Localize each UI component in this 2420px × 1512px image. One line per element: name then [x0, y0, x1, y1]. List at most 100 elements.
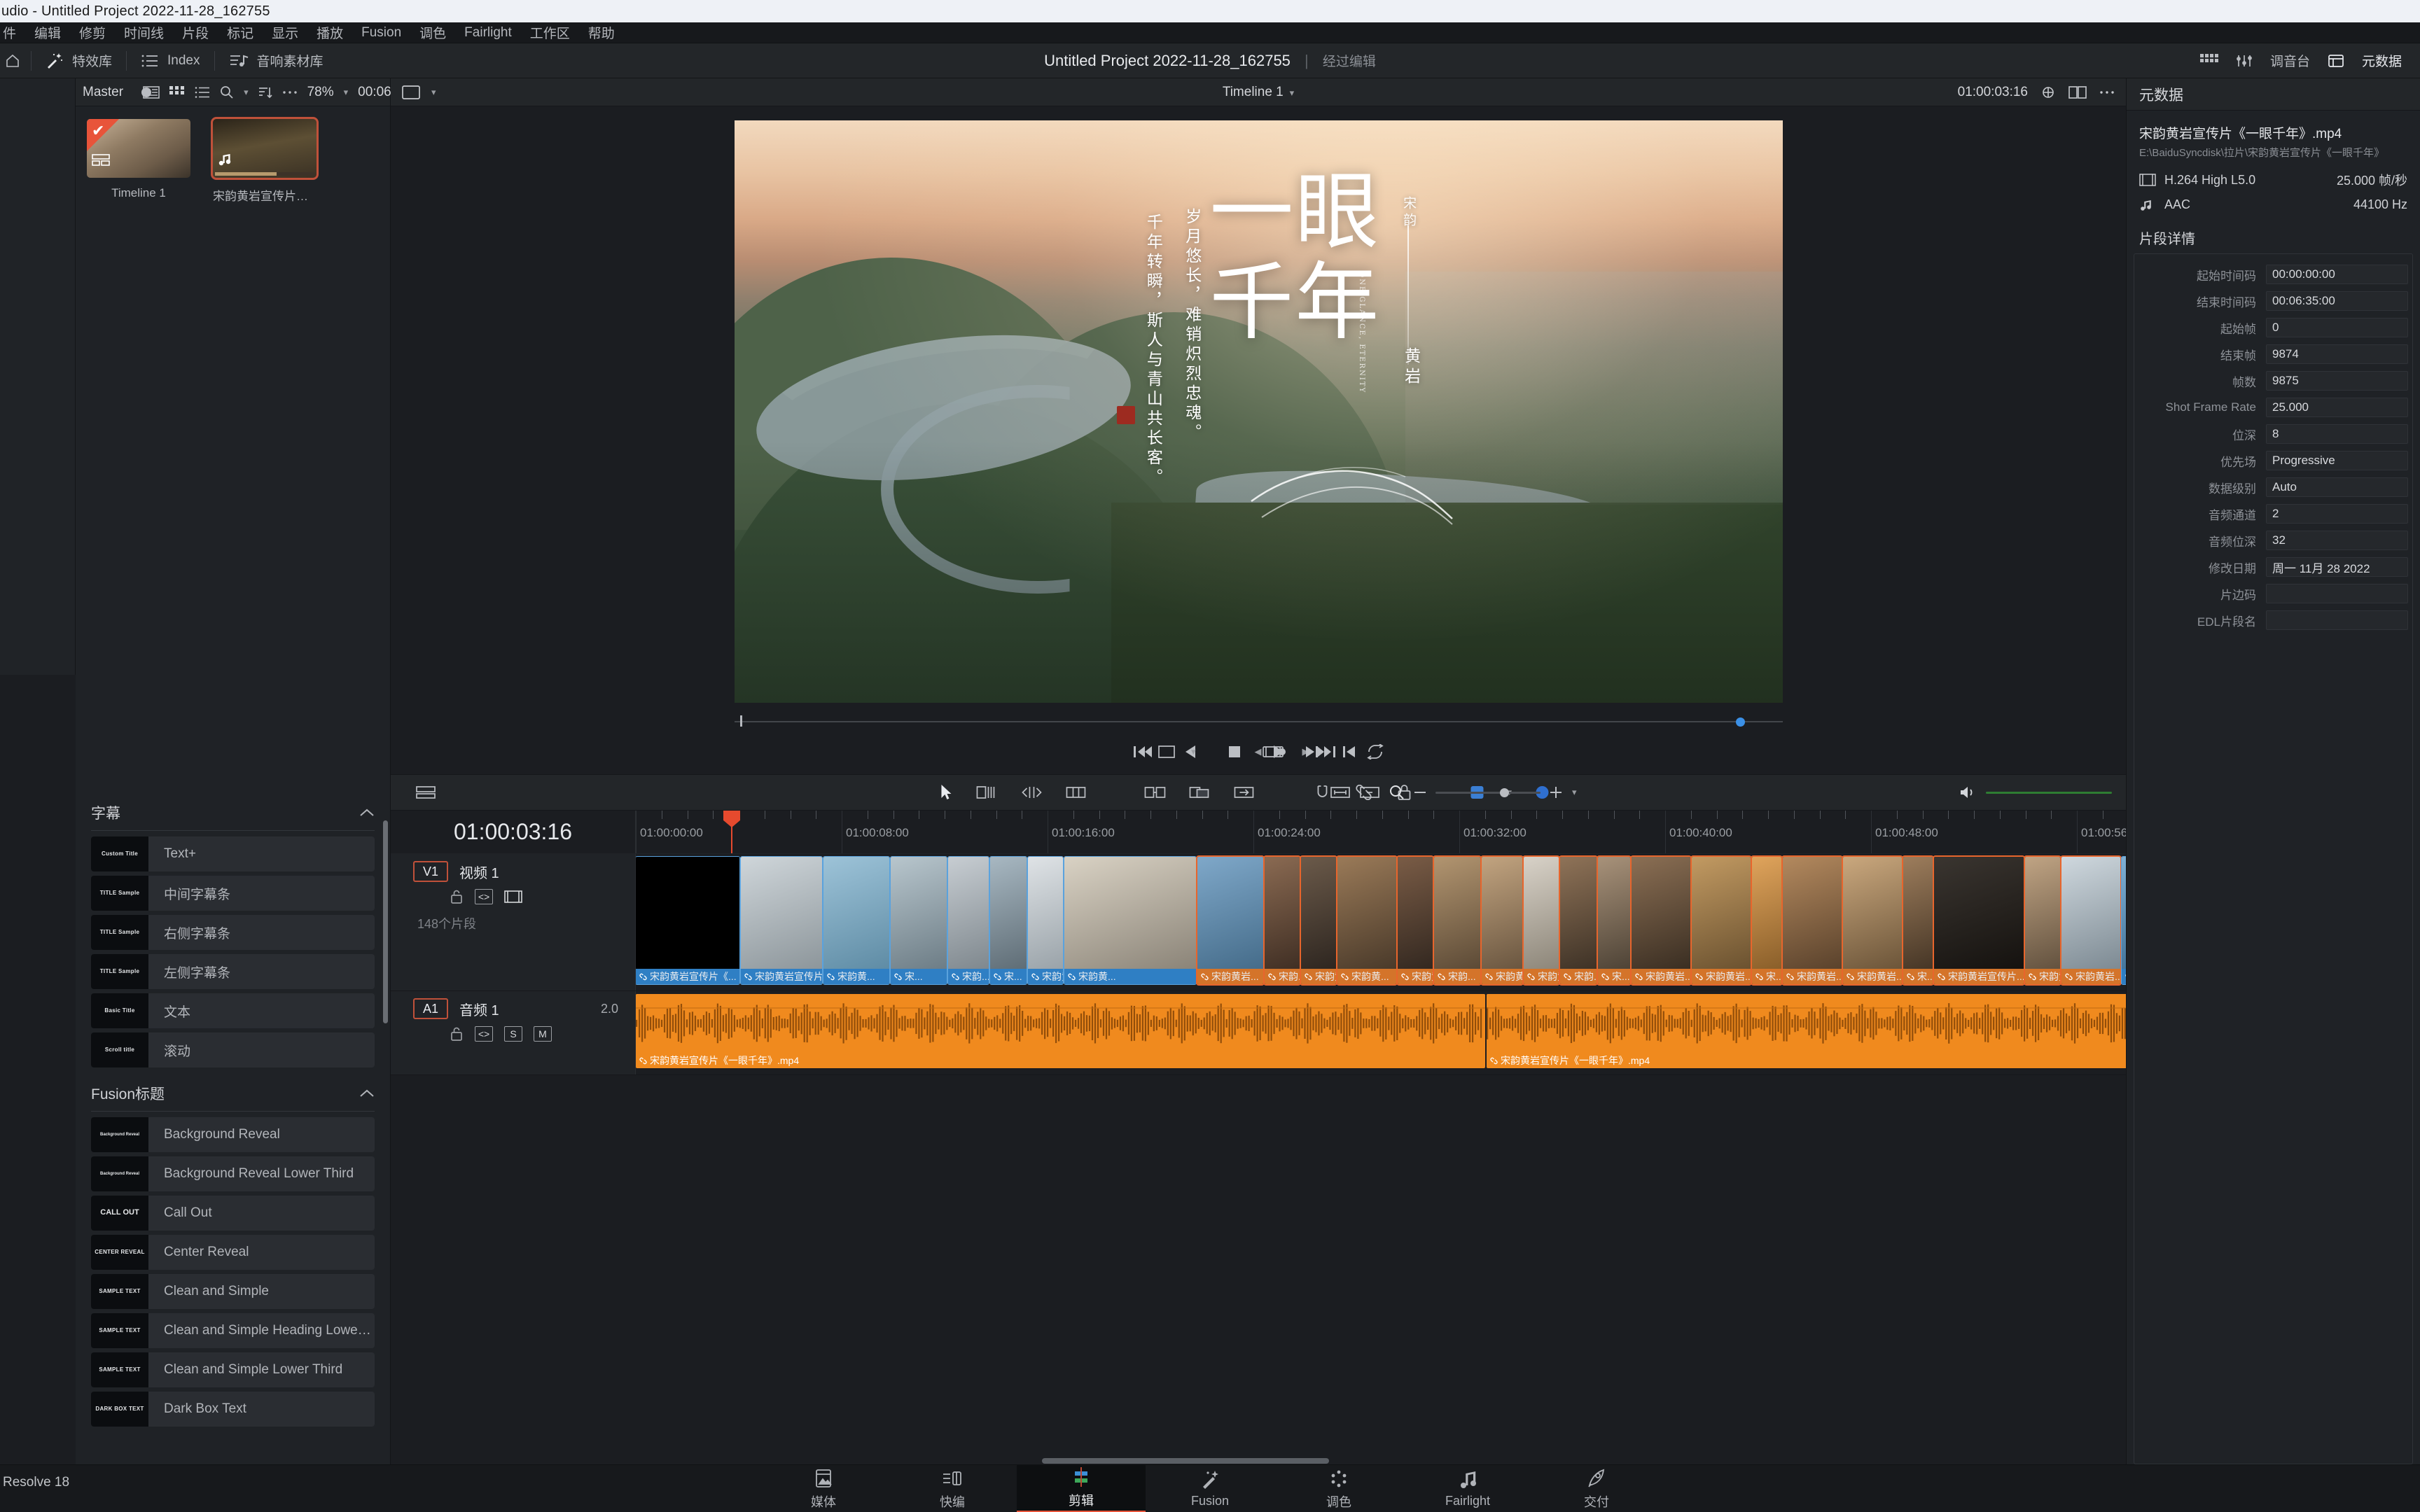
timeline-video-clip[interactable]: 宋韵黄岩...: [1781, 855, 1843, 986]
overwrite-clip-icon[interactable]: [1189, 785, 1210, 800]
filmstrip-icon[interactable]: [504, 890, 522, 904]
track-name[interactable]: 音频 1: [459, 999, 499, 1019]
timeline-video-clip[interactable]: 宋韵黄...: [1064, 856, 1197, 985]
metadata-field-value[interactable]: 8: [2266, 424, 2408, 444]
effects-list-item[interactable]: Background Reveal Background Reveal Lower…: [91, 1156, 375, 1191]
insert-clip-icon[interactable]: [1144, 785, 1166, 800]
sound-library-button[interactable]: 音响素材库: [215, 43, 338, 78]
metadata-field-value[interactable]: [2266, 610, 2408, 630]
nav-item-快编[interactable]: 快编: [888, 1465, 1017, 1512]
last-clip-icon[interactable]: [1341, 745, 1356, 759]
timeline-video-clip[interactable]: 宋韵...: [947, 856, 989, 985]
metadata-field-value[interactable]: [2266, 584, 2408, 603]
effects-list-item[interactable]: Scroll title 滚动: [91, 1032, 375, 1068]
metadata-field-value[interactable]: 2: [2266, 504, 2408, 524]
video-clip-lane[interactable]: 宋韵黄岩宣传片《... 宋韵黄岩宣传片《... 宋韵黄... 宋... 宋韵... 宋..…: [636, 854, 2126, 990]
track-name[interactable]: 视频 1: [459, 862, 499, 882]
nav-item-Fusion[interactable]: Fusion: [1146, 1465, 1274, 1512]
effects-list-item[interactable]: SAMPLE TEXT Clean and Simple Lower Third: [91, 1352, 375, 1387]
timeline-zoom-full-icon[interactable]: [1360, 785, 1379, 799]
menu-item-0[interactable]: 件: [1, 22, 25, 43]
timeline-video-clip[interactable]: 宋...: [1597, 855, 1632, 986]
timeline-video-clip[interactable]: 宋韵黄岩...: [2060, 855, 2122, 986]
timeline-video-clip[interactable]: 宋韵...: [1559, 855, 1598, 986]
timeline-video-clip[interactable]: 宋韵黄...: [2121, 856, 2126, 985]
viewer-mode-icon[interactable]: [402, 85, 420, 99]
mixer-label[interactable]: 调音台: [2270, 51, 2310, 70]
menu-item-2[interactable]: 修剪: [70, 22, 115, 43]
loop-icon[interactable]: [1366, 744, 1384, 760]
list-view-icon[interactable]: [195, 86, 210, 99]
effects-list-item[interactable]: SAMPLE TEXT Clean and Simple Heading Lowe…: [91, 1313, 375, 1348]
timeline-video-clip[interactable]: 宋韵黄岩...: [1842, 855, 1903, 986]
timeline-video-clip[interactable]: 宋韵黄...: [1396, 855, 1434, 986]
chevron-up-icon[interactable]: [359, 1088, 375, 1098]
effects-list-item[interactable]: TITLE Sample 左侧字幕条: [91, 954, 375, 989]
selection-tool-icon[interactable]: [940, 784, 952, 801]
viewer-scrubber[interactable]: [734, 714, 1783, 729]
auto-select-icon[interactable]: <>: [475, 1026, 493, 1042]
menu-item-10[interactable]: Fairlight: [455, 24, 521, 42]
effects-list-item[interactable]: TITLE Sample 中间字幕条: [91, 876, 375, 911]
timeline-video-clip[interactable]: 宋韵...: [1263, 855, 1301, 986]
metadata-field-value[interactable]: 0: [2266, 318, 2408, 337]
nav-item-媒体[interactable]: 媒体: [759, 1465, 888, 1512]
snapping-icon[interactable]: [1314, 784, 1330, 801]
auto-select-icon[interactable]: <>: [475, 889, 493, 904]
crop-icon[interactable]: [1157, 744, 1176, 760]
effects-section-header[interactable]: Fusion标题: [76, 1072, 390, 1111]
effects-list-item[interactable]: CALL OUT Call Out: [91, 1196, 375, 1231]
timeline-video-clip[interactable]: 宋韵黄岩宣传片《...: [740, 856, 823, 985]
audio-volume-icon[interactable]: [1959, 785, 1976, 799]
razor-tool-icon[interactable]: [1066, 785, 1086, 800]
viewer-mode-chevron-down-icon[interactable]: ▾: [431, 87, 436, 98]
grid-view-icon[interactable]: [169, 85, 185, 99]
zoom-out-icon[interactable]: [1414, 790, 1426, 794]
mixer-icon[interactable]: [2237, 54, 2252, 68]
chevron-up-icon[interactable]: [359, 808, 375, 818]
clip-thumbnail[interactable]: [211, 117, 319, 180]
track-id-badge[interactable]: A1: [413, 998, 448, 1019]
timeline-video-clip[interactable]: 宋韵...: [1433, 855, 1482, 986]
mute-button[interactable]: M: [534, 1026, 552, 1042]
timeline-ruler-ticks[interactable]: 01:00:00:00 01:00:08:00 01:00:16:00 01:00:2…: [636, 811, 2126, 853]
timeline-name[interactable]: Timeline 1: [1223, 85, 1284, 99]
smart-reframe-icon[interactable]: [2040, 85, 2056, 99]
nav-item-剪辑[interactable]: 剪辑: [1017, 1464, 1146, 1512]
sort-icon[interactable]: [258, 85, 272, 99]
metadata-field-value[interactable]: 9875: [2266, 371, 2408, 391]
index-button[interactable]: Index: [127, 43, 214, 78]
timeline-thumbnail[interactable]: ✔: [87, 119, 190, 178]
metadata-field-value[interactable]: 00:06:35:00: [2266, 291, 2408, 311]
nav-item-Fairlight[interactable]: Fairlight: [1403, 1465, 1532, 1512]
zoom-level-value[interactable]: 78%: [307, 85, 334, 100]
metadata-field-value[interactable]: 周一 11月 28 2022: [2266, 557, 2408, 577]
nav-item-交付[interactable]: 交付: [1532, 1465, 1661, 1512]
timeline-video-clip[interactable]: 宋韵黄...: [823, 856, 890, 985]
trim-edit-tool-icon[interactable]: [976, 785, 997, 800]
timeline-video-clip[interactable]: 宋...: [1902, 855, 1934, 986]
metadata-field-value[interactable]: 9874: [2266, 344, 2408, 364]
effects-list-item[interactable]: CENTER REVEAL Center Reveal: [91, 1235, 375, 1270]
track-id-badge[interactable]: V1: [413, 861, 448, 882]
timeline-zoom-fit-icon[interactable]: [1330, 785, 1350, 799]
search-chevron-down-icon[interactable]: ▾: [244, 87, 249, 98]
split-view-icon[interactable]: [2068, 85, 2087, 99]
timeline-video-clip[interactable]: 宋韵黄岩宣传片...: [1933, 855, 2025, 986]
menu-item-4[interactable]: 片段: [173, 22, 218, 43]
timeline-video-clip[interactable]: 宋韵黄...: [2024, 855, 2061, 986]
dynamic-trim-icon[interactable]: [1021, 785, 1042, 800]
metadata-field-value[interactable]: 00:00:00:00: [2266, 265, 2408, 284]
metadata-label[interactable]: 元数据: [2362, 51, 2402, 70]
timeline-video-clip[interactable]: 宋韵黄岩...: [1630, 855, 1692, 986]
effects-list-item[interactable]: Basic Title 文本: [91, 993, 375, 1028]
timeline-zoom-slider[interactable]: [1435, 788, 1541, 797]
metadata-field-value[interactable]: Progressive: [2266, 451, 2408, 470]
menu-item-3[interactable]: 时间线: [115, 22, 173, 43]
video-preview[interactable]: 千年转瞬，斯人与青山共长客。 岁月悠长，难销炽烈忠魂。 一眼 千年 宋韵 ONE …: [734, 120, 1783, 703]
timeline-video-clip[interactable]: 宋韵黄...: [1336, 855, 1398, 986]
effects-list-item[interactable]: TITLE Sample 右侧字幕条: [91, 915, 375, 950]
media-pool-item[interactable]: ✔ Timeline 1: [87, 119, 190, 204]
effects-section-header[interactable]: 字幕: [76, 791, 390, 830]
timeline-chevron-down-icon[interactable]: ▾: [1287, 88, 1295, 98]
